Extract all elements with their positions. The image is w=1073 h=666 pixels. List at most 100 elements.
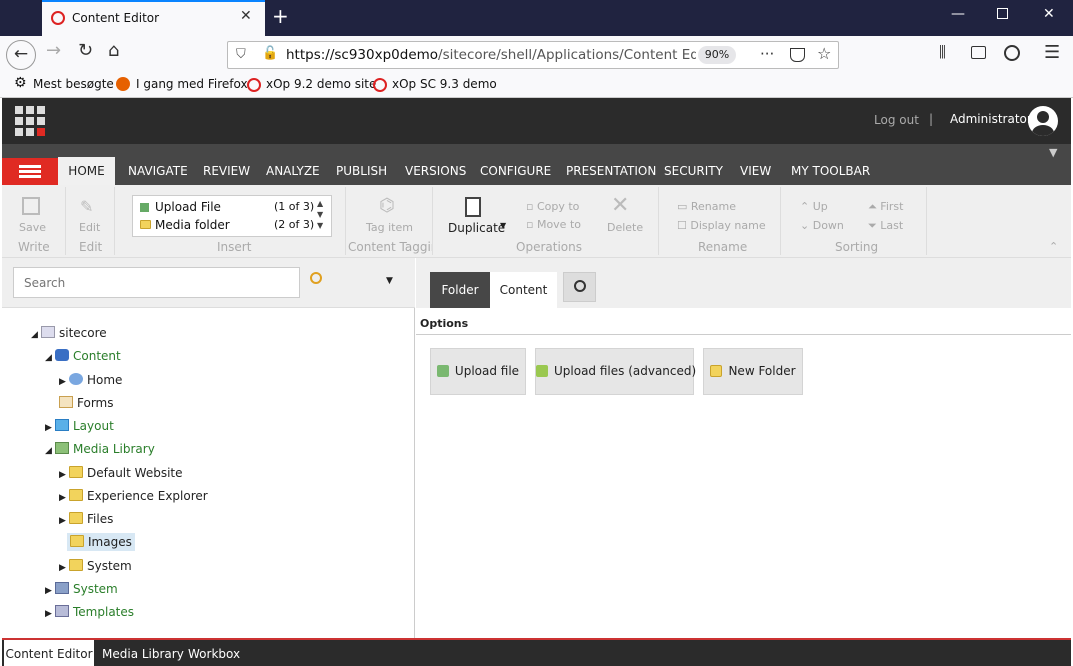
folder-icon: [140, 220, 151, 229]
upload-file-icon: [140, 203, 149, 212]
new-folder-button[interactable]: New Folder: [703, 348, 803, 395]
hamburger-menu-button[interactable]: [2, 158, 58, 185]
folder-icon: [69, 559, 83, 571]
search-icon: [573, 280, 586, 292]
library-icon[interactable]: ⫼: [939, 43, 946, 61]
tab-folder[interactable]: Folder: [430, 272, 490, 308]
tree-node-experience-explorer[interactable]: ▶ Experience Explorer: [59, 489, 208, 503]
sorting-group-label: Sorting: [835, 240, 879, 254]
bottom-tab-media-library[interactable]: Media Library: [102, 647, 184, 661]
bottom-tab-content-editor[interactable]: Content Editor: [4, 640, 94, 666]
tree-node-home[interactable]: ▶ Home: [59, 373, 122, 387]
tab-presentation[interactable]: PRESENTATION: [566, 164, 656, 178]
insert-upload-file[interactable]: Upload File: [155, 200, 221, 214]
tab-analyze[interactable]: ANALYZE: [266, 164, 320, 178]
window-close-icon[interactable]: ✕: [1043, 6, 1055, 22]
up-button[interactable]: ⌃ Up: [800, 200, 828, 213]
new-tab-button[interactable]: +: [272, 4, 289, 28]
move-to-button[interactable]: ▫ Move to: [526, 218, 581, 231]
back-button[interactable]: ←: [6, 40, 36, 70]
minimize-icon[interactable]: —: [951, 6, 965, 22]
bookmark-xop-93[interactable]: xOp SC 9.3 demo: [392, 77, 497, 91]
home-icon[interactable]: ⌂: [108, 40, 119, 61]
ribbon-collapse-icon[interactable]: ▼: [1049, 146, 1057, 159]
delete-button[interactable]: Delete: [607, 221, 643, 234]
tab-publish[interactable]: PUBLISH: [336, 164, 387, 178]
header-separator: |: [929, 112, 934, 126]
tree-node-layout[interactable]: ▶ Layout: [45, 419, 114, 433]
tab-home[interactable]: HOME: [58, 157, 115, 185]
search-tab-button[interactable]: [563, 272, 596, 302]
sitecore-launchpad-icon[interactable]: [15, 106, 45, 136]
tab-title: Content Editor: [72, 11, 160, 25]
bookmark-xop-92[interactable]: xOp 9.2 demo site: [266, 77, 376, 91]
tree-node-files[interactable]: ▶ Files: [59, 512, 113, 526]
tree-node-templates[interactable]: ▶ Templates: [45, 605, 134, 619]
insert-media-folder[interactable]: Media folder: [155, 218, 230, 232]
tree-node-content[interactable]: ◢ Content: [45, 349, 121, 363]
tab-content[interactable]: Content: [490, 272, 557, 308]
zoom-indicator[interactable]: 90%: [698, 46, 736, 64]
browser-tab-bar: Content Editor ✕ + — ✕: [0, 0, 1073, 36]
bookmark-star-icon[interactable]: ☆: [817, 44, 831, 63]
avatar[interactable]: [1028, 106, 1058, 136]
first-button[interactable]: ⏶ First: [868, 200, 903, 214]
edit-button[interactable]: Edit: [79, 221, 100, 234]
tree-node-default-website[interactable]: ▶ Default Website: [59, 466, 183, 480]
sidebar-icon[interactable]: [971, 46, 986, 59]
duplicate-dropdown-icon[interactable]: ▼: [500, 221, 506, 230]
upload-advanced-icon: [536, 365, 548, 377]
pocket-icon[interactable]: [790, 48, 805, 62]
tree-node-forms[interactable]: Forms: [59, 396, 113, 410]
maximize-icon[interactable]: [997, 8, 1008, 19]
shield-icon[interactable]: ⛉: [236, 47, 246, 62]
tab-view[interactable]: VIEW: [740, 164, 771, 178]
content-tagging-label: Content Tagging: [348, 240, 432, 254]
close-tab-icon[interactable]: ✕: [240, 8, 252, 24]
insert-media-folder-count: (2 of 3): [274, 218, 315, 231]
user-name[interactable]: Administrator: [950, 112, 1032, 126]
tag-item-button[interactable]: Tag item: [366, 221, 413, 234]
rename-button[interactable]: ▭ Rename: [677, 200, 736, 213]
search-input[interactable]: [13, 267, 300, 298]
insert-scroll-arrows-icon[interactable]: ▲ ▼ ▼: [317, 198, 323, 231]
reload-icon[interactable]: ↻: [78, 40, 93, 61]
tab-navigate[interactable]: NAVIGATE: [128, 164, 188, 178]
menu-icon[interactable]: ☰: [1044, 42, 1060, 63]
bottom-tab-workbox[interactable]: Workbox: [188, 647, 240, 661]
tag-icon: ⌬: [379, 195, 395, 216]
bookmark-getting-started[interactable]: I gang med Firefox: [136, 77, 248, 91]
tab-versions[interactable]: VERSIONS: [405, 164, 466, 178]
search-icon[interactable]: [310, 272, 322, 284]
upload-file-button[interactable]: Upload file: [430, 348, 526, 395]
lock-warning-icon[interactable]: 🔓: [262, 46, 278, 61]
logout-link[interactable]: Log out: [874, 113, 919, 127]
url-text[interactable]: https://sc930xp0demo/sitecore/shell/Appl…: [286, 47, 696, 63]
save-button[interactable]: Save: [19, 221, 46, 234]
upload-files-advanced-button[interactable]: Upload files (advanced): [535, 348, 696, 395]
tab-security[interactable]: SECURITY: [664, 164, 723, 178]
tab-review[interactable]: REVIEW: [203, 164, 250, 178]
display-name-button[interactable]: ☐ Display name: [677, 219, 766, 232]
account-icon[interactable]: [1004, 45, 1020, 61]
tab-configure[interactable]: CONFIGURE: [480, 164, 551, 178]
tree-node-images[interactable]: Images: [67, 533, 135, 551]
more-actions-icon[interactable]: ···: [760, 45, 774, 63]
tree-node-sitecore[interactable]: ◢ sitecore: [31, 326, 107, 340]
url-bar[interactable]: ⛉ 🔓 https://sc930xp0demo/sitecore/shell/…: [227, 41, 839, 69]
tree-node-system[interactable]: ▶ System: [45, 582, 118, 596]
last-button[interactable]: ⏷ Last: [868, 219, 903, 233]
ribbon-minimize-icon[interactable]: ⌃: [1049, 240, 1058, 253]
duplicate-button[interactable]: Duplicate: [448, 221, 505, 235]
tree-node-media-library[interactable]: ◢ Media Library: [45, 442, 155, 456]
tab-my-toolbar[interactable]: MY TOOLBAR: [791, 164, 870, 178]
tree-node-media-system[interactable]: ▶ System: [59, 559, 132, 573]
browser-tab[interactable]: Content Editor ✕: [42, 0, 265, 36]
system-icon: [55, 582, 69, 594]
forward-button[interactable]: →: [46, 40, 61, 61]
bookmark-most-visited[interactable]: Mest besøgte: [33, 77, 114, 91]
copy-to-button[interactable]: ▫ Copy to: [526, 200, 579, 213]
search-options-dropdown-icon[interactable]: ▼: [386, 276, 393, 286]
down-button[interactable]: ⌄ Down: [800, 219, 844, 232]
folder-icon: [69, 489, 83, 501]
